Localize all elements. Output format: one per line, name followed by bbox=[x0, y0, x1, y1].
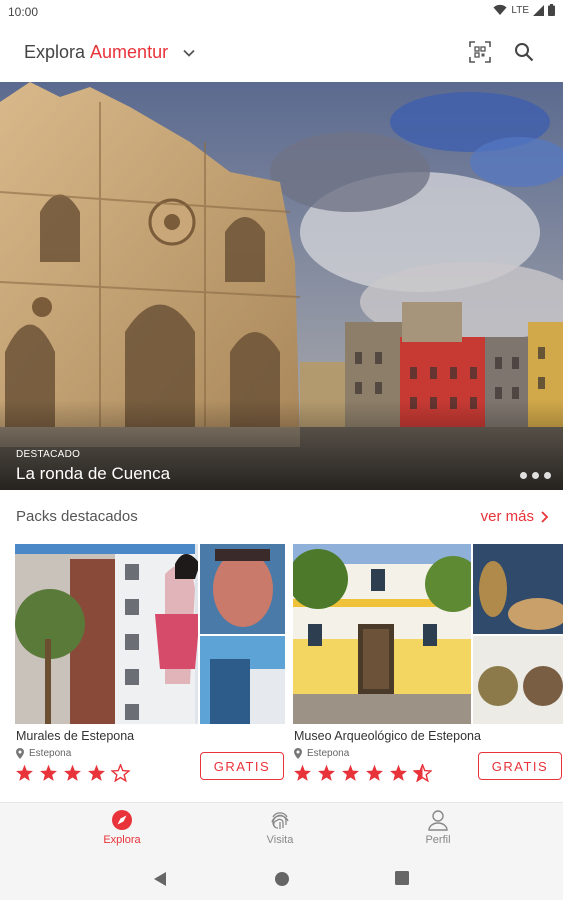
nav-label: Perfil bbox=[425, 834, 451, 846]
qr-scan-icon[interactable] bbox=[469, 41, 491, 63]
back-icon[interactable] bbox=[153, 871, 167, 887]
battery-icon bbox=[548, 4, 555, 16]
nav-item-explora[interactable]: Explora bbox=[72, 809, 172, 846]
carousel-indicator[interactable] bbox=[520, 472, 551, 479]
pack-location: Estepona bbox=[294, 748, 349, 759]
carousel-dot[interactable] bbox=[544, 472, 551, 479]
featured-hero-card[interactable]: DESTACADO La ronda de Cuenca bbox=[0, 82, 563, 490]
compass-icon bbox=[112, 810, 132, 830]
see-more-label: ver más bbox=[480, 508, 534, 525]
pack-card[interactable]: Museo Arqueológico de Estepona Estepona … bbox=[293, 544, 563, 794]
location-pin-icon bbox=[16, 748, 24, 759]
pack-title: Museo Arqueológico de Estepona bbox=[294, 729, 481, 743]
pack-image-museum bbox=[293, 544, 563, 724]
nav-item-perfil[interactable]: Perfil bbox=[388, 809, 488, 846]
region-selector[interactable]: Explora Aumentur bbox=[24, 42, 196, 63]
star-outline-icon bbox=[111, 764, 130, 782]
hero-kicker: DESTACADO bbox=[16, 449, 81, 460]
app-title-prefix: Explora bbox=[24, 42, 86, 62]
wifi-icon bbox=[493, 4, 507, 15]
status-icons: LTE bbox=[493, 4, 555, 16]
hero-title: La ronda de Cuenca bbox=[16, 464, 171, 483]
home-icon[interactable] bbox=[274, 871, 290, 887]
pack-location-label: Estepona bbox=[29, 748, 72, 759]
pack-rating bbox=[293, 764, 432, 782]
pack-card-image[interactable] bbox=[293, 544, 563, 724]
section-title: Packs destacados bbox=[16, 508, 138, 525]
star-filled-icon bbox=[366, 764, 383, 781]
search-icon[interactable] bbox=[514, 42, 534, 62]
status-bar: 10:00 LTE bbox=[0, 0, 563, 24]
signal-icon bbox=[533, 4, 544, 16]
nav-label: Explora bbox=[103, 834, 141, 846]
pack-location-label: Estepona bbox=[307, 748, 350, 759]
star-filled-icon bbox=[88, 764, 105, 781]
star-filled-icon bbox=[40, 764, 57, 781]
pack-rating bbox=[15, 764, 130, 782]
star-filled-icon bbox=[64, 764, 81, 781]
star-filled-icon bbox=[318, 764, 335, 781]
pack-location: Estepona bbox=[16, 748, 71, 759]
nav-item-visita[interactable]: Visita bbox=[230, 809, 330, 846]
network-label: LTE bbox=[511, 4, 529, 16]
chevron-down-icon bbox=[183, 49, 195, 57]
app-title-brand: Aumentur bbox=[90, 42, 169, 62]
system-navigation-bar bbox=[0, 858, 563, 900]
carousel-dot[interactable] bbox=[520, 472, 527, 479]
pack-card[interactable]: Murales de Estepona Estepona GRATIS bbox=[15, 544, 285, 794]
bottom-navigation: Explora Visita Perfil bbox=[0, 802, 563, 858]
status-time: 10:00 bbox=[8, 5, 39, 19]
pack-card-image[interactable] bbox=[15, 544, 285, 724]
fingerprint-icon bbox=[271, 812, 289, 829]
star-filled-icon bbox=[390, 764, 407, 781]
recent-apps-icon[interactable] bbox=[395, 871, 409, 885]
see-more-link[interactable]: ver más bbox=[481, 508, 549, 525]
user-icon bbox=[428, 810, 448, 831]
get-pack-button[interactable]: GRATIS bbox=[478, 752, 562, 780]
get-pack-button[interactable]: GRATIS bbox=[200, 752, 284, 780]
nav-label: Visita bbox=[266, 834, 294, 846]
carousel-dot[interactable] bbox=[532, 472, 539, 479]
star-filled-icon bbox=[294, 764, 311, 781]
star-filled-icon bbox=[16, 764, 33, 781]
star-half-icon bbox=[413, 764, 432, 782]
chevron-right-icon bbox=[541, 510, 549, 523]
star-filled-icon bbox=[342, 764, 359, 781]
app-bar: Explora Aumentur bbox=[0, 24, 563, 82]
pack-image-murals bbox=[15, 544, 285, 724]
location-pin-icon bbox=[294, 748, 302, 759]
pack-title: Murales de Estepona bbox=[16, 729, 135, 743]
